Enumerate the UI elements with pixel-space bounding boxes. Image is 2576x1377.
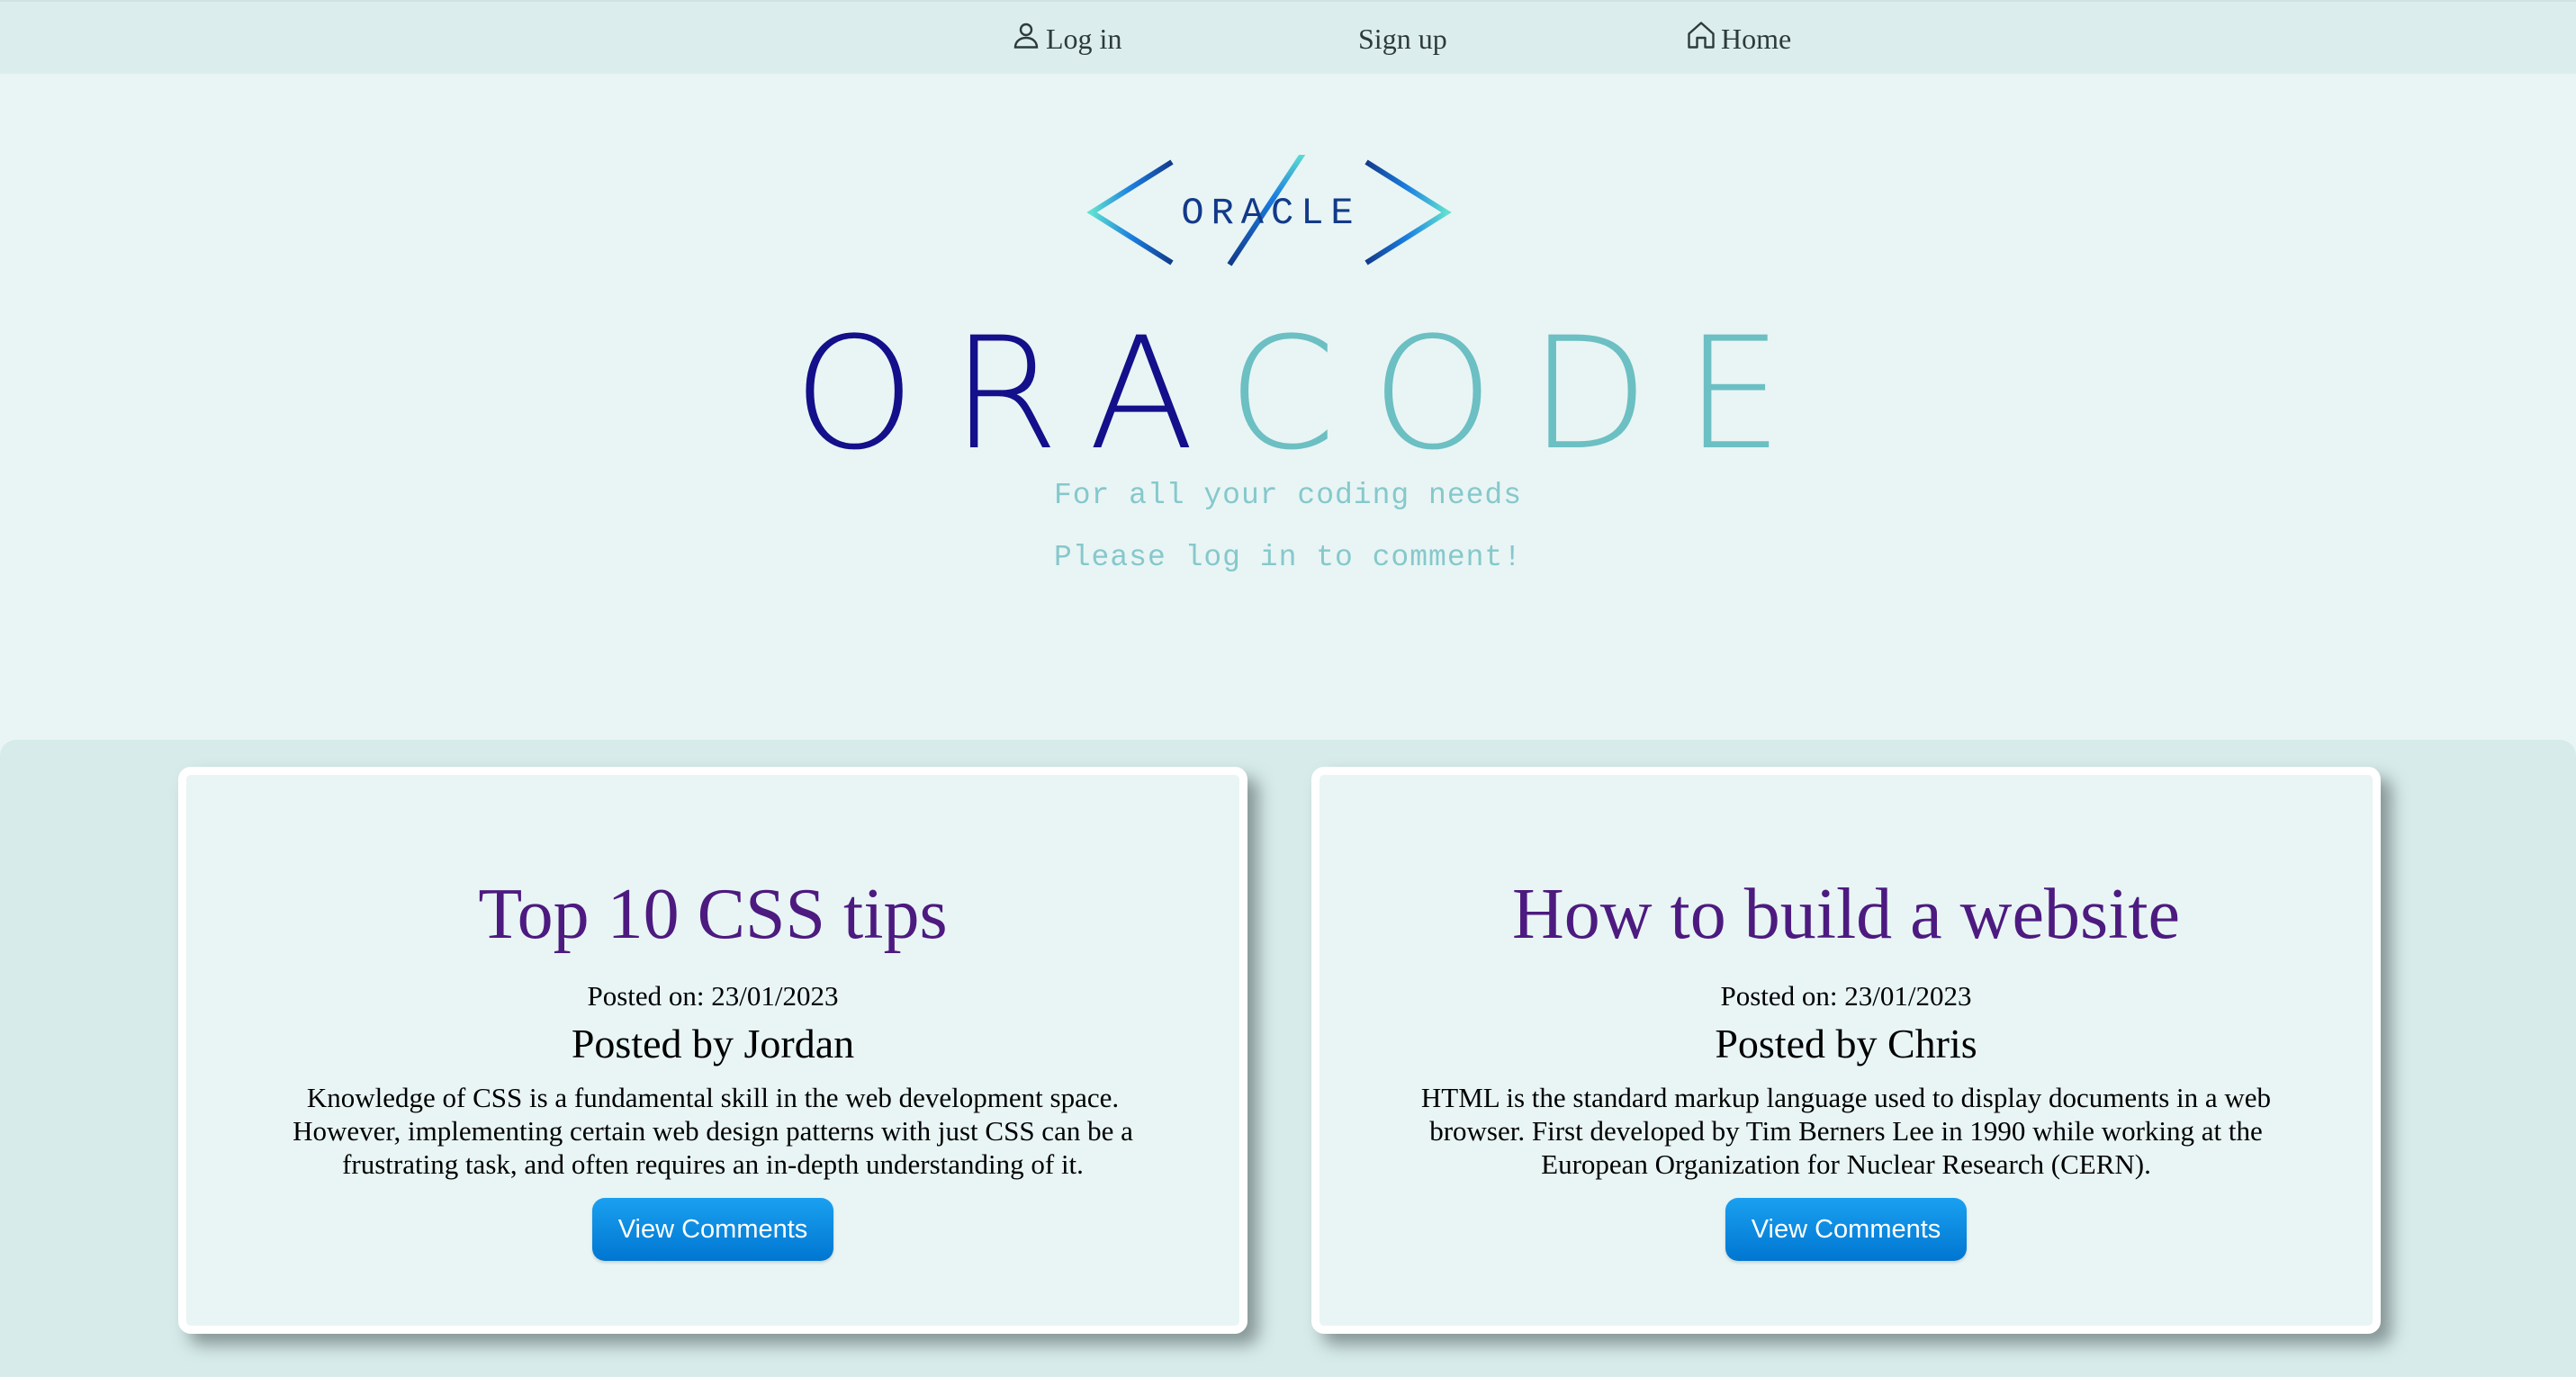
site-title-part2: CODE bbox=[1227, 303, 1819, 484]
top-navbar: Log in Sign up Home bbox=[0, 0, 2576, 74]
post-author: Posted by Chris bbox=[1715, 1021, 1977, 1066]
hero-section: ORACLE ORACODE For all your coding needs… bbox=[0, 74, 2576, 740]
nav-signup-link[interactable]: Sign up bbox=[1358, 2, 1447, 76]
post-title: How to build a website bbox=[1511, 875, 2181, 954]
post-body: Knowledge of CSS is a fundamental skill … bbox=[293, 1082, 1133, 1180]
view-comments-button[interactable]: View Comments bbox=[1725, 1198, 1967, 1261]
logo-text: ORACLE bbox=[1181, 192, 1360, 235]
home-icon bbox=[1685, 19, 1721, 58]
site-title-part1: ORA bbox=[793, 303, 1228, 484]
nav-home-link[interactable]: Home bbox=[1685, 2, 1791, 76]
post-date: Posted on: 23/01/2023 bbox=[587, 980, 839, 1012]
oracle-logo: ORACLE bbox=[1086, 155, 1452, 266]
login-prompt: Please log in to comment! bbox=[1053, 541, 1523, 574]
posts-section: Top 10 CSS tips Posted on: 23/01/2023 Po… bbox=[0, 740, 2576, 1377]
nav-home-label: Home bbox=[1721, 22, 1792, 55]
nav-login-label: Log in bbox=[1046, 22, 1122, 55]
view-comments-button[interactable]: View Comments bbox=[592, 1198, 833, 1261]
nav-signup-label: Sign up bbox=[1358, 22, 1447, 55]
post-card: Top 10 CSS tips Posted on: 23/01/2023 Po… bbox=[178, 767, 1247, 1334]
post-card: How to build a website Posted on: 23/01/… bbox=[1311, 767, 2381, 1334]
user-icon bbox=[1010, 19, 1046, 58]
post-date: Posted on: 23/01/2023 bbox=[1720, 980, 1972, 1012]
post-body: HTML is the standard markup language use… bbox=[1420, 1082, 2272, 1180]
post-title: Top 10 CSS tips bbox=[478, 875, 948, 954]
site-title: ORACODE bbox=[18, 304, 2576, 484]
nav-login-link[interactable]: Log in bbox=[1010, 2, 1121, 76]
post-author: Posted by Jordan bbox=[571, 1021, 855, 1066]
tagline: For all your coding needs bbox=[1053, 479, 1523, 512]
